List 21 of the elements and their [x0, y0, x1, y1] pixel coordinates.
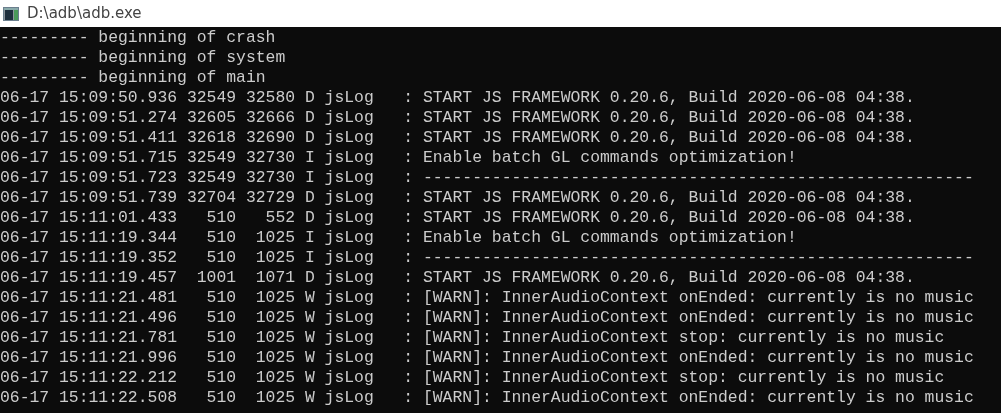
console-line: 06-17 15:11:21.481 510 1025 W jsLog : [WARN]: InnerAudioContext onEnded: currently is no music: [0, 288, 974, 308]
console-line: 06-17 15:09:51.715 32549 32730 I jsLog : Enable batch GL commands optimization!: [0, 148, 797, 168]
console-line: --------- beginning of crash: [0, 28, 276, 48]
console-line: 06-17 15:09:51.274 32605 32666 D jsLog : START JS FRAMEWORK 0.20.6, Build 2020-06-08 04:38.: [0, 108, 915, 128]
console-line: --------- beginning of system: [0, 48, 286, 68]
console-line: 06-17 15:11:21.996 510 1025 W jsLog : [WARN]: InnerAudioContext onEnded: currently is no music: [0, 348, 974, 368]
console-window-icon: [3, 6, 19, 21]
console-line: 06-17 15:09:51.723 32549 32730 I jsLog : --------------------------------------------------------: [0, 168, 974, 188]
console-line: --------- beginning of main: [0, 68, 266, 88]
console-line: 06-17 15:11:21.781 510 1025 W jsLog : [WARN]: InnerAudioContext stop: currently is no music: [0, 328, 945, 348]
console-line: 06-17 15:11:01.433 510 552 D jsLog : START JS FRAMEWORK 0.20.6, Build 2020-06-08 04:38.: [0, 208, 915, 228]
window-title: D:\adb\adb.exe: [27, 3, 142, 25]
console-line: 06-17 15:11:21.496 510 1025 W jsLog : [WARN]: InnerAudioContext onEnded: currently is no music: [0, 308, 974, 328]
console-line: 06-17 15:11:22.508 510 1025 W jsLog : [WARN]: InnerAudioContext onEnded: currently is no music: [0, 388, 974, 408]
console-line: 06-17 15:09:51.411 32618 32690 D jsLog : START JS FRAMEWORK 0.20.6, Build 2020-06-08 04:38.: [0, 128, 915, 148]
console-line: 06-17 15:09:51.739 32704 32729 D jsLog : START JS FRAMEWORK 0.20.6, Build 2020-06-08 04:38.: [0, 188, 915, 208]
console-line: 06-17 15:11:22.212 510 1025 W jsLog : [WARN]: InnerAudioContext stop: currently is no music: [0, 368, 945, 388]
console-line: 06-17 15:11:19.352 510 1025 I jsLog : --------------------------------------------------------: [0, 248, 974, 268]
console-line: 06-17 15:11:19.344 510 1025 I jsLog : Enable batch GL commands optimization!: [0, 228, 797, 248]
console-line: 06-17 15:11:19.457 1001 1071 D jsLog : START JS FRAMEWORK 0.20.6, Build 2020-06-08 04:38.: [0, 268, 915, 288]
console-line: 06-17 15:09:50.936 32549 32580 D jsLog : START JS FRAMEWORK 0.20.6, Build 2020-06-08 04:38.: [0, 88, 915, 108]
